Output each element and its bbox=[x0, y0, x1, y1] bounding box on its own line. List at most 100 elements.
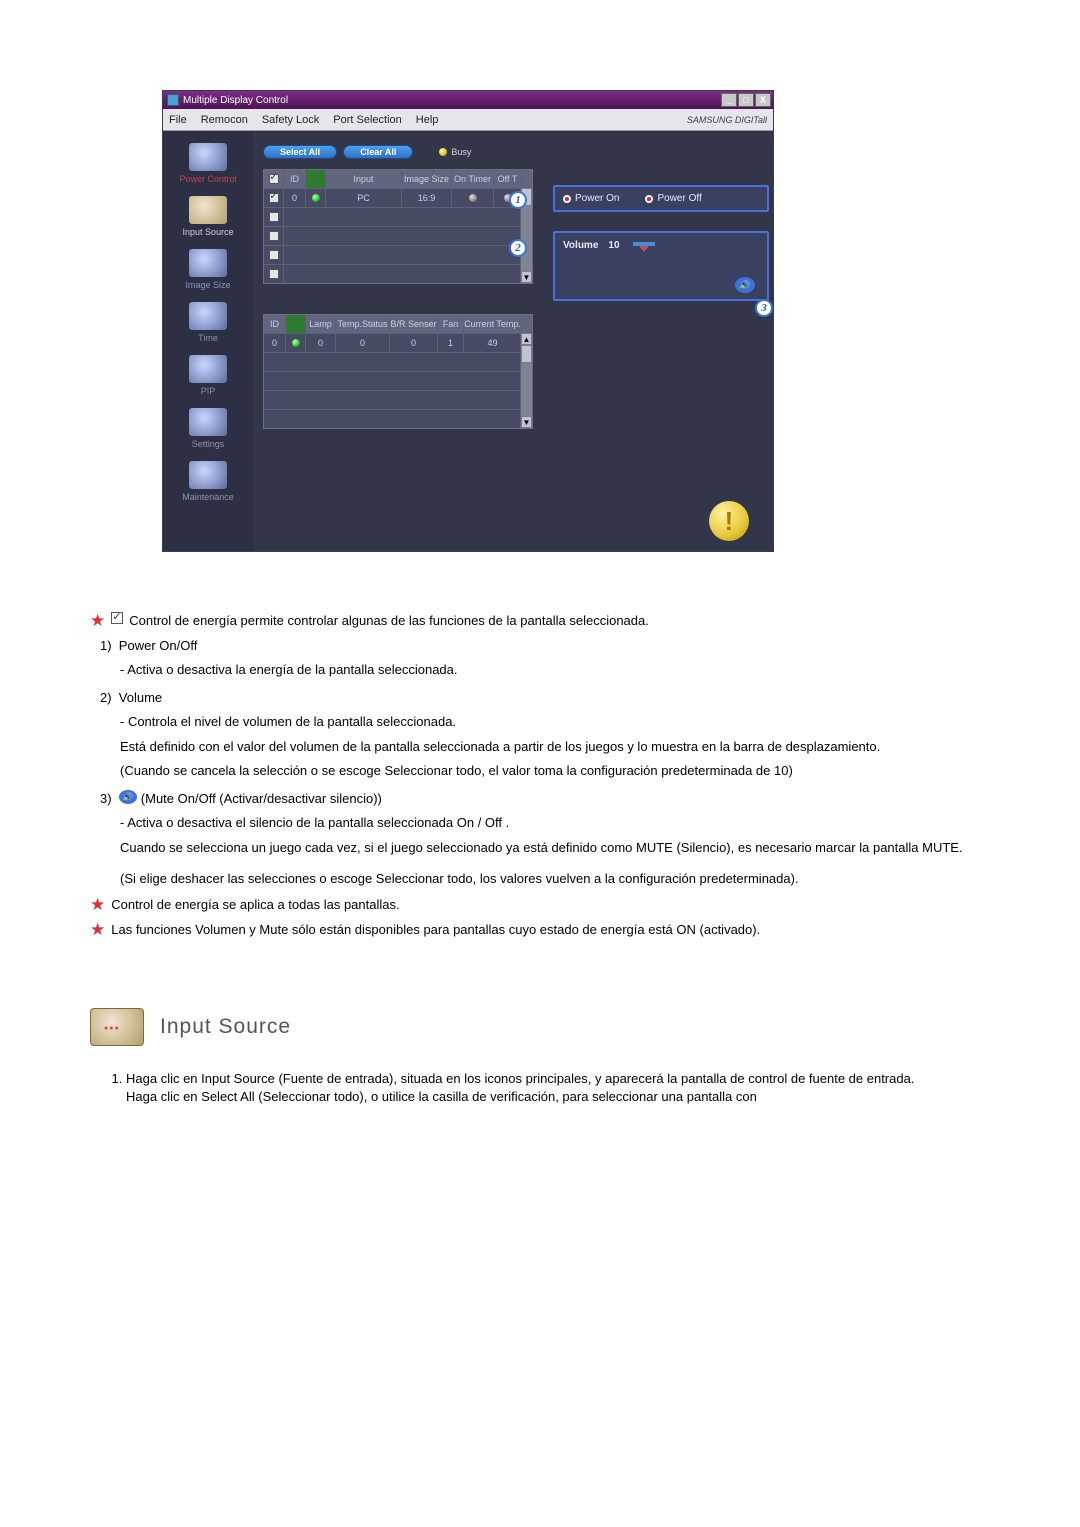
power-on-radio[interactable]: Power On bbox=[563, 193, 619, 204]
item3-title: (Mute On/Off (Activar/desactivar silenci… bbox=[141, 790, 382, 808]
menu-remocon[interactable]: Remocon bbox=[201, 114, 248, 126]
on-timer-led-icon bbox=[469, 194, 477, 202]
item2-l3: (Cuando se cancela la selección o se esc… bbox=[120, 762, 793, 780]
row-checkbox[interactable] bbox=[269, 212, 279, 222]
col-off-timer: Off T bbox=[494, 170, 522, 188]
mute-inline-icon: 🔊 bbox=[119, 790, 137, 804]
menu-port-selection[interactable]: Port Selection bbox=[333, 114, 401, 126]
settings-icon bbox=[188, 407, 228, 437]
sidebar-item-settings[interactable]: Settings bbox=[163, 404, 253, 457]
busy-led-icon bbox=[439, 148, 447, 156]
pip-icon bbox=[188, 354, 228, 384]
sidebar-item-time[interactable]: Time bbox=[163, 298, 253, 351]
sidebar-item-power-control[interactable]: Power Control bbox=[163, 139, 253, 192]
section-title: Input Source bbox=[160, 1013, 291, 1041]
table-row[interactable]: 0 PC 16:9 bbox=[264, 188, 532, 207]
table-row[interactable] bbox=[264, 245, 532, 264]
window-title: Multiple Display Control bbox=[183, 95, 288, 106]
titlebar: Multiple Display Control _ □ X bbox=[163, 91, 773, 109]
sidebar-item-pip[interactable]: PIP bbox=[163, 351, 253, 404]
brand-text: SAMSUNG DIGITall bbox=[687, 115, 767, 125]
table-row bbox=[264, 352, 532, 371]
power-on-label: Power On bbox=[575, 193, 619, 204]
cell2-br: 0 bbox=[390, 334, 438, 352]
col2-id: ID bbox=[264, 315, 286, 333]
col-input: Input bbox=[326, 170, 402, 188]
grid-scrollbar[interactable]: ▲▼ bbox=[520, 333, 532, 428]
maximize-button[interactable]: □ bbox=[738, 93, 754, 107]
col-on-timer: On Timer bbox=[452, 170, 494, 188]
display-list-grid: ID Input Image Size On Timer Off T 0 PC … bbox=[263, 169, 533, 284]
ol1a: Haga clic en Input Source (Fuente de ent… bbox=[126, 1071, 914, 1086]
menu-help[interactable]: Help bbox=[416, 114, 439, 126]
item3-l3: (Si elige deshacer las selecciones o esc… bbox=[120, 870, 799, 888]
table-row[interactable]: 0 0 0 0 1 49 bbox=[264, 333, 532, 352]
sidebar-item-image-size[interactable]: Image Size bbox=[163, 245, 253, 298]
busy-indicator: Busy bbox=[439, 147, 471, 157]
cell-input: PC bbox=[326, 189, 402, 207]
callout-1: 1 bbox=[509, 191, 527, 209]
volume-label: Volume bbox=[563, 240, 598, 251]
item1-title: Power On/Off bbox=[119, 637, 198, 655]
row-checkbox[interactable] bbox=[269, 250, 279, 260]
clear-all-button[interactable]: Clear All bbox=[343, 145, 413, 159]
col2-br-senser: B/R Senser bbox=[390, 315, 438, 333]
row-checkbox[interactable] bbox=[269, 269, 279, 279]
menu-safety-lock[interactable]: Safety Lock bbox=[262, 114, 319, 126]
power-led-icon bbox=[292, 339, 300, 347]
row-checkbox[interactable] bbox=[269, 231, 279, 241]
table-row[interactable] bbox=[264, 226, 532, 245]
note1: Control de energía se aplica a todas las… bbox=[111, 896, 399, 914]
item1-line: - Activa o desactiva la energía de la pa… bbox=[120, 661, 458, 679]
cell2-lamp: 0 bbox=[306, 334, 336, 352]
col2-lamp: Lamp bbox=[306, 315, 336, 333]
star-icon: ★ bbox=[90, 612, 105, 629]
callout-3: 3 bbox=[755, 299, 773, 317]
cell-image-size: 16:9 bbox=[402, 189, 452, 207]
table-row bbox=[264, 390, 532, 409]
minimize-button[interactable]: _ bbox=[721, 93, 737, 107]
cell2-current-temp: 49 bbox=[464, 334, 522, 352]
col-power-icon bbox=[306, 170, 326, 188]
image-size-icon bbox=[188, 248, 228, 278]
doc-text: ★ Control de energía permite controlar a… bbox=[90, 612, 990, 1105]
col-id: ID bbox=[284, 170, 306, 188]
main-panel: Select All Clear All Busy ID Input Image… bbox=[253, 131, 773, 551]
table-row[interactable] bbox=[264, 207, 532, 226]
cell2-temp: 0 bbox=[336, 334, 390, 352]
power-off-radio[interactable]: Power Off bbox=[645, 193, 701, 204]
callout-2: 2 bbox=[509, 239, 527, 257]
intro-text: Control de energía permite controlar alg… bbox=[129, 612, 649, 630]
col-image-size: Image Size bbox=[402, 170, 452, 188]
section-input-source: Input Source bbox=[90, 1008, 990, 1046]
power-off-label: Power Off bbox=[657, 193, 701, 204]
time-icon bbox=[188, 301, 228, 331]
input-source-steps: Haga clic en Input Source (Fuente de ent… bbox=[126, 1070, 990, 1105]
alert-icon: ! bbox=[709, 501, 749, 541]
mute-icon[interactable]: 🔊 bbox=[735, 277, 755, 293]
sidebar-item-maintenance[interactable]: Maintenance bbox=[163, 457, 253, 510]
power-panel: Power On Power Off bbox=[553, 185, 769, 212]
checkbox-icon bbox=[111, 612, 123, 624]
app-icon bbox=[167, 94, 179, 106]
table-row bbox=[264, 371, 532, 390]
select-all-button[interactable]: Select All bbox=[263, 145, 337, 159]
header-checkbox[interactable] bbox=[269, 174, 279, 184]
status-grid: ID Lamp Temp.Status B/R Senser Fan Curre… bbox=[263, 314, 533, 429]
item2-l2: Está definido con el valor del volumen d… bbox=[120, 738, 880, 756]
busy-label: Busy bbox=[451, 147, 471, 157]
cell2-fan: 1 bbox=[438, 334, 464, 352]
table-row bbox=[264, 409, 532, 428]
menu-file[interactable]: File bbox=[169, 114, 187, 126]
item2-title: Volume bbox=[119, 689, 162, 707]
power-led-icon bbox=[312, 194, 320, 202]
row-checkbox[interactable] bbox=[269, 193, 279, 203]
close-button[interactable]: X bbox=[755, 93, 771, 107]
sidebar-item-input-source[interactable]: Input Source bbox=[163, 192, 253, 245]
table-row[interactable] bbox=[264, 264, 532, 283]
sidebar: Power Control Input Source Image Size Ti… bbox=[163, 131, 253, 551]
item3-l2: Cuando se selecciona un juego cada vez, … bbox=[120, 839, 963, 857]
menubar: File Remocon Safety Lock Port Selection … bbox=[163, 109, 773, 131]
ol1b: Haga clic en Select All (Seleccionar tod… bbox=[126, 1089, 757, 1104]
volume-slider[interactable] bbox=[630, 239, 655, 252]
